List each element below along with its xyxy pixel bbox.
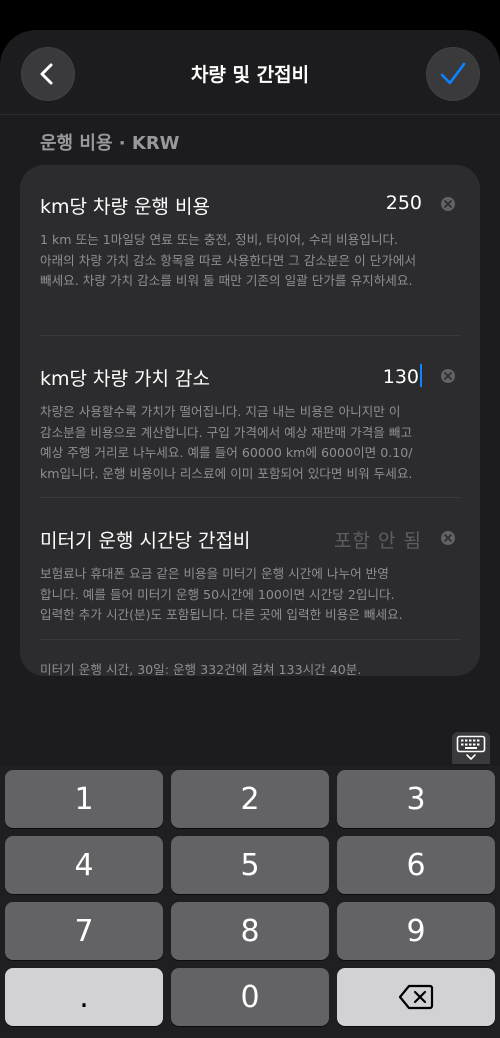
- key-0[interactable]: 0: [171, 968, 329, 1026]
- key-decimal[interactable]: .: [5, 968, 163, 1026]
- delete-key[interactable]: [337, 968, 495, 1026]
- row-divider: [40, 639, 460, 640]
- page-title: 차량 및 간접비: [190, 64, 310, 86]
- description-line: 보험료나 휴대폰 요금 같은 비용을 미터기 운행 시간에 나누어 반영: [40, 566, 389, 581]
- checkmark-icon: [440, 62, 466, 85]
- clear-icon[interactable]: [441, 369, 455, 383]
- key-2[interactable]: 2: [171, 770, 329, 828]
- key-1[interactable]: 1: [5, 770, 163, 828]
- description-line: 예상 주행 거리로 나누세요. 예를 들어 60000 km에 6000이면 0…: [40, 445, 413, 460]
- description-line: 1 km 또는 1마일당 연료 또는 충전, 정비, 타이어, 수리 비용입니다…: [40, 232, 399, 247]
- running-cost-input[interactable]: 250: [386, 192, 422, 214]
- clear-icon[interactable]: [441, 197, 455, 211]
- row-label-running-cost: km당 차량 운행 비용: [40, 196, 210, 218]
- row-description: 1 km 또는 1마일당 연료 또는 충전, 정비, 타이어, 수리 비용입니다…: [40, 230, 465, 292]
- row-description: 보험료나 휴대폰 요금 같은 비용을 미터기 운행 시간에 나누어 반영 합니다…: [40, 564, 465, 626]
- depreciation-input[interactable]: 130: [383, 364, 422, 388]
- row-label-overhead: 미터기 운행 시간당 간접비: [40, 530, 251, 552]
- overhead-input[interactable]: 포함 안 됨: [334, 526, 422, 553]
- description-line: 아래의 차량 가치 감소 항목을 따로 사용한다면 그 감소분은 이 단가에서: [40, 252, 417, 268]
- backspace-icon: [398, 984, 434, 1010]
- done-button[interactable]: [426, 47, 480, 101]
- description-line: 감소분을 비용으로 계산합니다. 구입 가격에서 예상 재판매 가격을 빼고: [40, 424, 413, 440]
- key-5[interactable]: 5: [171, 836, 329, 894]
- keyboard-dismiss-button[interactable]: [452, 732, 490, 764]
- keyboard-dismiss-icon: [456, 735, 486, 760]
- row-divider: [40, 335, 460, 336]
- row-description: 차량은 사용할수록 가치가 떨어집니다. 지금 내는 비용은 아니지만 이 감소…: [40, 402, 465, 484]
- depreciation-value: 130: [382, 366, 419, 388]
- description-line: 차량은 사용할수록 가치가 떨어집니다. 지금 내는 비용은 아니지만 이: [40, 404, 401, 419]
- nav-divider: [0, 114, 500, 115]
- settings-card: km당 차량 운행 비용 250 1 km 또는 1마일당 연료 또는 충전, …: [20, 165, 480, 677]
- section-header: 운행 비용 · KRW: [40, 133, 180, 154]
- key-6[interactable]: 6: [337, 836, 495, 894]
- description-line: 입력한 추가 시간(분)도 포함됩니다. 다른 곳에 입력한 비용은 빼세요.: [40, 607, 403, 622]
- key-8[interactable]: 8: [171, 902, 329, 960]
- footer-note: 미터기 운행 시간, 30일: 운행 332건에 걸쳐 133시간 40분.: [40, 662, 362, 677]
- description-line: 합니다. 예를 들어 미터기 운행 50시간에 100이면 시간당 2입니다.: [40, 586, 395, 602]
- key-7[interactable]: 7: [5, 902, 163, 960]
- description-line: km입니다. 운행 비용이나 리스료에 이미 포함되어 있다면 비워 두세요.: [40, 465, 413, 481]
- numeric-keypad: 1 2 3 4 5 6 7 8 9 . 0: [0, 766, 500, 1038]
- clear-icon[interactable]: [441, 531, 455, 545]
- key-9[interactable]: 9: [337, 902, 495, 960]
- key-3[interactable]: 3: [337, 770, 495, 828]
- row-divider: [40, 497, 460, 498]
- text-cursor: [420, 364, 422, 387]
- description-line: 빼세요. 차량 가치 감소를 비워 둘 때만 기존의 일괄 단가를 유지하세요.: [40, 273, 413, 288]
- row-label-depreciation: km당 차량 가치 감소: [40, 368, 210, 390]
- key-4[interactable]: 4: [5, 836, 163, 894]
